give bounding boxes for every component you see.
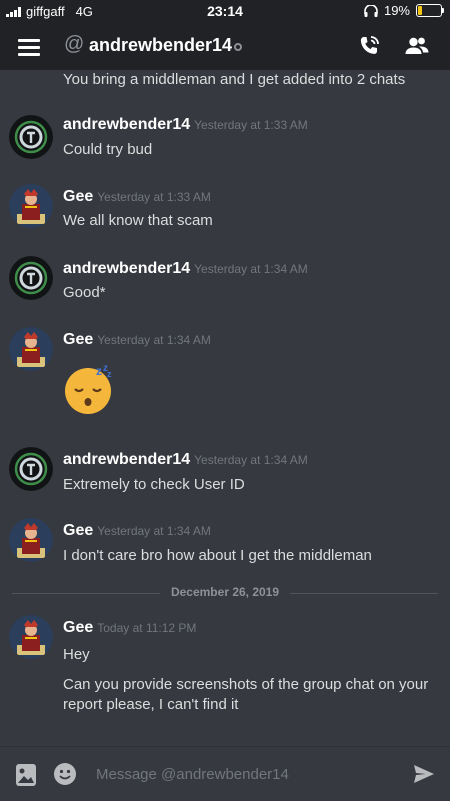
message-author[interactable]: Gee Yesterday at 1:34 AM: [63, 522, 211, 540]
sleeping-emoji[interactable]: z z z: [63, 363, 115, 415]
message-text: Extremely to check User ID: [63, 476, 245, 493]
avatar-andrewbender14[interactable]: [9, 115, 53, 159]
channel-header: @ andrewbender14: [0, 22, 450, 70]
message-author[interactable]: andrewbender14 Yesterday at 1:34 AM: [63, 260, 308, 278]
message-text: Good*: [63, 284, 106, 301]
channel-title: andrewbender14: [89, 35, 233, 55]
battery-icon: [416, 4, 444, 17]
message-author[interactable]: Gee Yesterday at 1:33 AM: [63, 188, 211, 206]
offline-status-icon: [234, 43, 242, 51]
message-text: Could try bud: [63, 141, 153, 158]
author-name[interactable]: Gee: [63, 331, 93, 348]
status-bar: giffgaff 4G 23:14 19%: [0, 0, 450, 22]
timestamp: Yesterday at 1:34 AM: [97, 333, 211, 347]
battery-percent: 19%: [383, 3, 410, 18]
message-author[interactable]: Gee Today at 11:12 PM: [63, 619, 196, 637]
divider-line-right: [290, 593, 438, 594]
author-name[interactable]: Gee: [63, 188, 93, 205]
avatar-gee[interactable]: [9, 184, 53, 228]
members-icon[interactable]: [404, 34, 430, 58]
timestamp: Yesterday at 1:34 AM: [194, 262, 308, 276]
message-text: Can you provide screenshots of the group…: [63, 676, 429, 713]
call-icon[interactable]: [357, 34, 381, 58]
message-text: Hey: [63, 646, 90, 663]
date-divider-label: December 26, 2019: [170, 585, 280, 599]
date-divider: December 26, 2019: [12, 585, 438, 601]
avatar-gee[interactable]: [9, 615, 53, 659]
message-author[interactable]: andrewbender14 Yesterday at 1:33 AM: [63, 116, 308, 134]
author-name[interactable]: andrewbender14: [63, 451, 190, 468]
svg-text:z: z: [96, 364, 102, 378]
image-upload-icon[interactable]: [14, 762, 38, 788]
author-name[interactable]: Gee: [63, 619, 93, 636]
author-name[interactable]: andrewbender14: [63, 260, 190, 277]
timestamp: Yesterday at 1:33 AM: [194, 118, 308, 132]
timestamp: Yesterday at 1:34 AM: [194, 453, 308, 467]
status-right: 19%: [364, 3, 444, 18]
avatar-andrewbender14[interactable]: [9, 256, 53, 300]
headphones-icon: [364, 4, 378, 17]
message-text-partial: You bring a middleman and I get added in…: [63, 71, 406, 88]
message-text: We all know that scam: [63, 212, 213, 229]
hamburger-menu-icon[interactable]: [18, 39, 40, 60]
message-author[interactable]: Gee Yesterday at 1:34 AM: [63, 331, 211, 349]
avatar-gee[interactable]: [9, 518, 53, 562]
avatar-gee[interactable]: [9, 327, 53, 371]
avatar-andrewbender14[interactable]: [9, 447, 53, 491]
svg-text:z: z: [107, 369, 112, 379]
timestamp: Yesterday at 1:34 AM: [97, 524, 211, 538]
emoji-icon[interactable]: [53, 762, 77, 786]
message-list[interactable]: You bring a middleman and I get added in…: [0, 70, 450, 746]
send-icon[interactable]: [413, 764, 435, 784]
author-name[interactable]: andrewbender14: [63, 116, 190, 133]
message-author[interactable]: andrewbender14 Yesterday at 1:34 AM: [63, 451, 308, 469]
message-text: I don't care bro how about I get the mid…: [63, 547, 372, 564]
timestamp: Today at 11:12 PM: [97, 621, 197, 635]
author-name[interactable]: Gee: [63, 522, 93, 539]
message-input[interactable]: Message @andrewbender14: [96, 766, 289, 783]
timestamp: Yesterday at 1:33 AM: [97, 190, 211, 204]
message-composer: Message @andrewbender14: [0, 746, 450, 801]
at-icon: @: [64, 33, 85, 55]
